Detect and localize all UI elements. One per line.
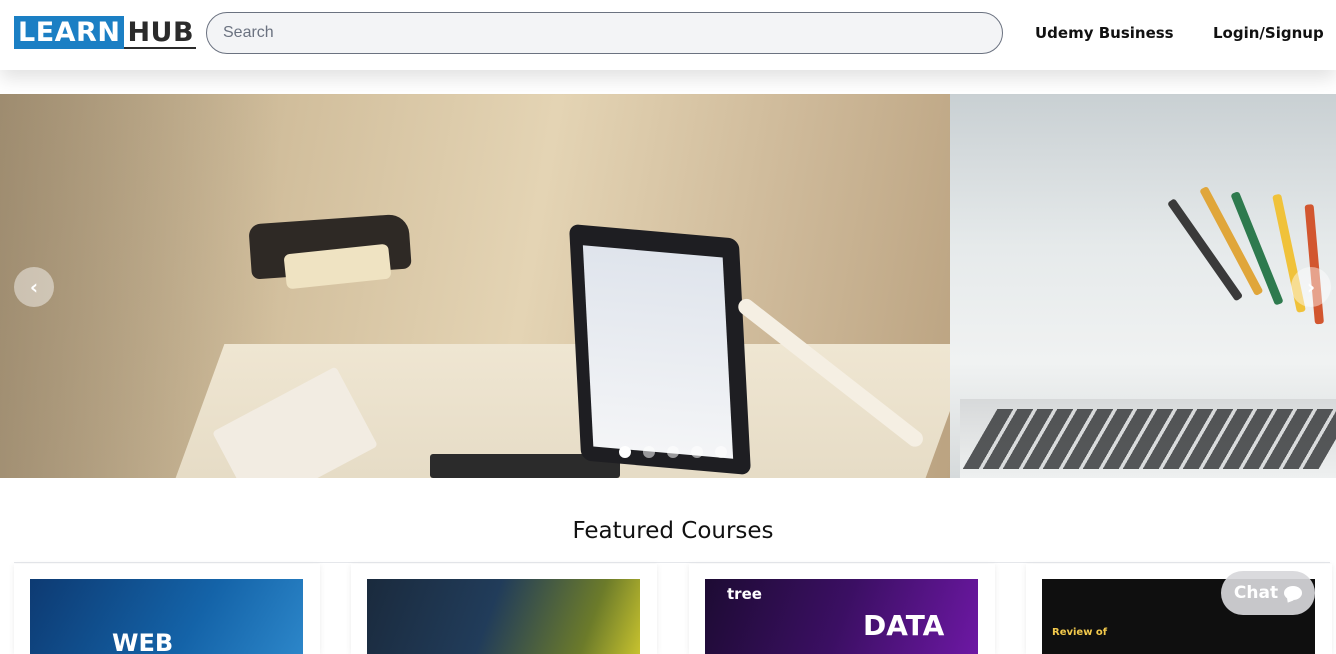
carousel-dot[interactable] bbox=[667, 446, 679, 458]
chat-button[interactable]: Chat bbox=[1221, 571, 1315, 615]
course-card[interactable]: WEB bbox=[14, 564, 320, 654]
search-bar bbox=[206, 12, 1003, 54]
login-signup-link[interactable]: Login/Signup bbox=[1213, 24, 1324, 42]
logo-learn-text: LEARN bbox=[14, 16, 125, 49]
carousel-indicators bbox=[619, 446, 727, 458]
course-card[interactable]: tree DATA bbox=[689, 564, 995, 654]
carousel-prev-button[interactable]: ‹ bbox=[14, 267, 54, 307]
chevron-right-icon: › bbox=[1306, 275, 1316, 299]
thumbnail-text: DATA bbox=[863, 609, 945, 642]
carousel-slide-image bbox=[0, 94, 975, 478]
image-macbook-keys bbox=[962, 409, 1336, 469]
carousel-dot[interactable] bbox=[691, 446, 703, 458]
logo-hub-text: HUB bbox=[124, 16, 197, 49]
hero-carousel: ‹ › bbox=[0, 94, 1336, 478]
carousel-dot[interactable] bbox=[715, 446, 727, 458]
image-laptop-display bbox=[582, 245, 734, 459]
search-input[interactable] bbox=[207, 13, 1002, 53]
course-card[interactable] bbox=[351, 564, 657, 654]
top-header: LEARN HUB Udemy Business Login/Signup bbox=[0, 0, 1336, 70]
divider bbox=[14, 562, 1330, 563]
carousel-next-button[interactable]: › bbox=[1291, 267, 1331, 307]
thumbnail-text: WEB bbox=[112, 629, 174, 654]
chat-bubble-icon bbox=[1284, 586, 1303, 600]
featured-courses-heading: Featured Courses bbox=[572, 518, 774, 544]
udemy-business-link[interactable]: Udemy Business bbox=[1035, 24, 1174, 42]
carousel-dot[interactable] bbox=[619, 446, 631, 458]
thumbnail-text: Review of bbox=[1052, 627, 1108, 638]
thumbnail-logo-text: tree bbox=[727, 585, 762, 603]
chevron-left-icon: ‹ bbox=[29, 275, 39, 299]
chat-label: Chat bbox=[1233, 583, 1279, 603]
logo[interactable]: LEARN HUB bbox=[14, 16, 197, 49]
carousel-dot[interactable] bbox=[643, 446, 655, 458]
